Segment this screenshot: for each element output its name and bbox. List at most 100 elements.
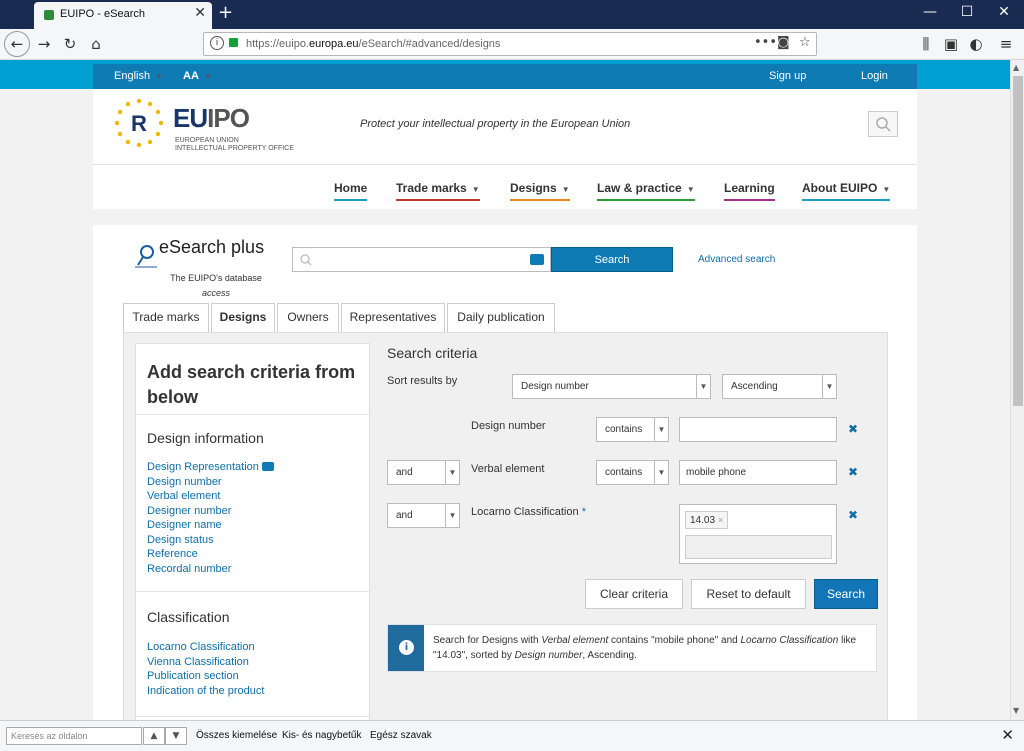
nav-learning[interactable]: Learning bbox=[724, 181, 775, 201]
home-icon[interactable]: ⌂ bbox=[86, 35, 106, 53]
link-design-number[interactable]: Design number bbox=[147, 476, 222, 488]
url-bar[interactable]: i https://euipo.europa.eu/eSearch/#advan… bbox=[203, 32, 817, 56]
browser-tab[interactable]: EUIPO - eSearch ✕ bbox=[34, 2, 212, 29]
link-reference[interactable]: Reference bbox=[147, 548, 198, 560]
connector-select[interactable]: and ▼ bbox=[387, 503, 460, 528]
reload-icon[interactable]: ↻ bbox=[60, 35, 80, 53]
library-icon[interactable]: ⫼ bbox=[916, 35, 936, 53]
nav-home[interactable]: Home bbox=[334, 181, 368, 201]
sort-field-select[interactable]: Design number ▼ bbox=[512, 374, 711, 399]
tab-designs[interactable]: Designs bbox=[211, 303, 275, 333]
verbal-element-input[interactable]: mobile phone bbox=[679, 460, 837, 485]
match-case-toggle[interactable]: Kis- és nagybetűk bbox=[282, 730, 362, 741]
locarno-tag-input[interactable]: 14.03 × bbox=[679, 504, 837, 564]
scroll-down-icon[interactable]: ▼ bbox=[1013, 706, 1019, 715]
login-link[interactable]: Login bbox=[861, 70, 888, 82]
connector-select[interactable]: and ▼ bbox=[387, 460, 460, 485]
menu-icon[interactable]: ≡ bbox=[996, 35, 1016, 53]
nav-law-practice[interactable]: Law & practice ▼ bbox=[597, 181, 695, 201]
minimize-icon[interactable]: — bbox=[920, 4, 940, 20]
link-indication-of-product[interactable]: Indication of the product bbox=[147, 685, 264, 697]
link-publication-section[interactable]: Publication section bbox=[147, 670, 239, 682]
find-close-icon[interactable]: ✕ bbox=[1001, 726, 1014, 744]
sort-label: Sort results by bbox=[387, 375, 458, 387]
tab-owners[interactable]: Owners bbox=[277, 303, 339, 332]
page-actions-icon[interactable]: ••• bbox=[754, 35, 777, 50]
search-icon bbox=[876, 117, 891, 132]
header-search-button[interactable] bbox=[868, 111, 898, 137]
link-design-representation[interactable]: Design Representation bbox=[147, 461, 274, 473]
criteria-picker: Add search criteria from below Design in… bbox=[135, 343, 371, 720]
link-verbal-element[interactable]: Verbal element bbox=[147, 490, 220, 502]
maximize-icon[interactable]: ☐ bbox=[957, 4, 977, 20]
camera-icon[interactable] bbox=[530, 254, 544, 265]
tab-close-icon[interactable]: ✕ bbox=[194, 5, 206, 21]
nav-designs[interactable]: Designs ▼ bbox=[510, 181, 570, 201]
tab-daily-publication[interactable]: Daily publication bbox=[447, 303, 555, 332]
info-icon-box: i bbox=[388, 625, 424, 671]
query-summary: i Search for Designs with Verbal element… bbox=[387, 624, 877, 672]
esearch-subtitle-line2: access bbox=[201, 288, 230, 298]
find-bar: Keresés az oldalon ▲ ▼ Összes kiemelése … bbox=[0, 720, 1024, 751]
info-icon[interactable]: i bbox=[210, 36, 224, 50]
tag-text-input[interactable] bbox=[685, 535, 832, 559]
highlight-all-toggle[interactable]: Összes kiemelése bbox=[196, 730, 277, 741]
scroll-up-icon[interactable]: ▲ bbox=[1013, 63, 1019, 72]
link-designer-name[interactable]: Designer name bbox=[147, 519, 222, 531]
remove-criterion-icon[interactable]: ✖ bbox=[848, 508, 858, 522]
chevron-down-icon: ▼ bbox=[822, 375, 836, 398]
window-close-icon[interactable]: ✕ bbox=[994, 4, 1014, 20]
divider bbox=[136, 591, 371, 592]
tab-representatives[interactable]: Representatives bbox=[341, 303, 445, 332]
logo-subtitle-2: INTELLECTUAL PROPERTY OFFICE bbox=[175, 145, 294, 152]
bookmark-star-icon[interactable]: ☆ bbox=[799, 35, 811, 50]
link-vienna-classification[interactable]: Vienna Classification bbox=[147, 656, 249, 668]
find-previous-icon[interactable]: ▲ bbox=[143, 727, 165, 745]
find-input[interactable]: Keresés az oldalon bbox=[6, 727, 142, 745]
link-design-status[interactable]: Design status bbox=[147, 534, 214, 546]
divider bbox=[136, 716, 371, 717]
account-icon[interactable]: ◐ bbox=[966, 35, 986, 53]
font-size-selector[interactable]: AA ▼ bbox=[183, 70, 212, 82]
quick-search-button[interactable]: Search bbox=[551, 247, 673, 272]
back-arrow-icon[interactable]: ← bbox=[4, 31, 30, 57]
find-next-icon[interactable]: ▼ bbox=[165, 727, 187, 745]
design-number-input[interactable] bbox=[679, 417, 837, 442]
nav-trade-marks[interactable]: Trade marks ▼ bbox=[396, 181, 480, 201]
sidebar-icon[interactable]: ▣ bbox=[941, 35, 961, 53]
tab-trade-marks[interactable]: Trade marks bbox=[123, 303, 209, 332]
advanced-search-link[interactable]: Advanced search bbox=[698, 254, 775, 265]
camera-icon bbox=[261, 462, 274, 471]
forward-arrow-icon[interactable]: → bbox=[34, 35, 54, 53]
sort-order-select[interactable]: Ascending ▼ bbox=[722, 374, 837, 399]
tag-remove-icon[interactable]: × bbox=[718, 515, 723, 525]
remove-criterion-icon[interactable]: ✖ bbox=[848, 465, 858, 479]
scrollbar-thumb[interactable] bbox=[1013, 76, 1023, 406]
logo-text[interactable]: EUIPO bbox=[173, 103, 250, 134]
eu-stars-logo-icon[interactable]: R bbox=[113, 97, 165, 149]
language-selector[interactable]: English ▼ bbox=[114, 70, 163, 82]
quick-search-input[interactable] bbox=[292, 247, 551, 272]
esearch-title: eSearch plus bbox=[159, 237, 265, 257]
pocket-icon[interactable]: ◙ bbox=[777, 35, 790, 50]
page-scrollbar[interactable]: ▲ ▼ bbox=[1010, 60, 1024, 720]
criterion-label-design-number: Design number bbox=[471, 420, 546, 432]
link-designer-number[interactable]: Designer number bbox=[147, 505, 231, 517]
locarno-tag[interactable]: 14.03 × bbox=[685, 511, 729, 529]
esearch-subtitle: The EUIPO's database access bbox=[151, 271, 281, 301]
chevron-down-icon: ▼ bbox=[445, 461, 459, 484]
clear-criteria-button[interactable]: Clear criteria bbox=[585, 579, 683, 609]
new-tab-icon[interactable]: + bbox=[218, 2, 233, 23]
whole-words-toggle[interactable]: Egész szavak bbox=[370, 730, 432, 741]
remove-criterion-icon[interactable]: ✖ bbox=[848, 422, 858, 436]
nav-about-euipo[interactable]: About EUIPO ▼ bbox=[802, 181, 891, 201]
reset-default-button[interactable]: Reset to default bbox=[691, 579, 806, 609]
top-strip-inner: English ▼ AA ▼ Sign up Login bbox=[93, 64, 917, 89]
search-button[interactable]: Search bbox=[814, 579, 878, 609]
link-recordal-number[interactable]: Recordal number bbox=[147, 563, 231, 575]
sign-up-link[interactable]: Sign up bbox=[769, 70, 806, 82]
operator-select[interactable]: contains ▼ bbox=[596, 417, 669, 442]
link-locarno-classification[interactable]: Locarno Classification bbox=[147, 641, 255, 653]
chevron-down-icon: ▼ bbox=[654, 461, 668, 484]
operator-select[interactable]: contains ▼ bbox=[596, 460, 669, 485]
